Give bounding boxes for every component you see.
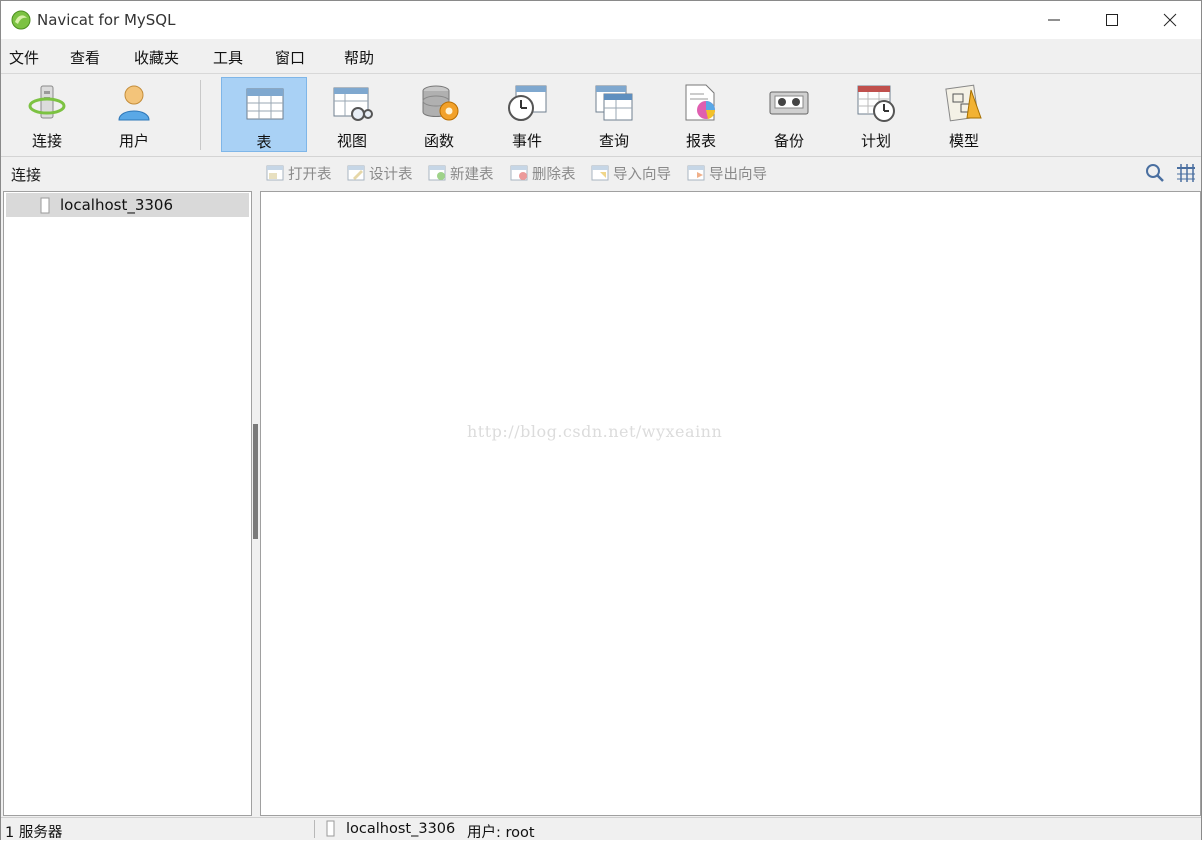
navicat-logo-icon: [11, 10, 31, 30]
function-icon: [422, 85, 459, 121]
panel-splitter[interactable]: [252, 191, 259, 815]
status-server-icon: [326, 820, 335, 837]
toolbar-report-button[interactable]: 报表: [658, 77, 744, 152]
query-icon: [595, 85, 633, 121]
main-toolbar: 连接 用户 表 视图 函数 事件 查询 报表 备份 计划 模型: [1, 73, 1201, 157]
search-icon: [1146, 164, 1164, 182]
toolbar-schedule-label: 计划: [860, 132, 891, 150]
connection-item[interactable]: localhost_3306: [6, 193, 249, 217]
grid-view-icon: [1177, 164, 1195, 182]
window-title: Navicat for MySQL: [37, 11, 176, 29]
toolbar-backup-button[interactable]: 备份: [746, 77, 832, 152]
toolbar-schedule-button[interactable]: 计划: [833, 77, 919, 152]
toolbar-user-button[interactable]: 用户: [91, 77, 177, 152]
server-count: 1 服务器: [5, 825, 63, 841]
menu-tools[interactable]: 工具: [213, 47, 243, 68]
toolbar-view-label: 视图: [336, 132, 367, 150]
connection-name: localhost_3306: [60, 196, 174, 214]
object-toolbar: 连接 打开表 设计表 新建表 删除表 导入向导 导出向导: [1, 157, 1201, 189]
object-list-panel[interactable]: http://blog.csdn.net/wyxeainn: [260, 191, 1201, 816]
server-icon: [40, 197, 50, 214]
toolbar-connection-label: 连接: [31, 132, 62, 150]
menu-favorites[interactable]: 收藏夹: [134, 47, 179, 68]
status-connection: localhost_3306: [346, 821, 456, 837]
splitter-grip[interactable]: [253, 424, 258, 539]
menu-file[interactable]: 文件: [9, 47, 39, 68]
toolbar-view-button[interactable]: 视图: [309, 77, 395, 152]
status-separator: [314, 820, 315, 838]
toolbar-connection-button[interactable]: 连接: [4, 77, 90, 152]
import-wizard-icon: [591, 165, 609, 181]
open-table-icon: [266, 165, 284, 181]
event-icon: [508, 85, 547, 121]
toolbar-model-label: 模型: [948, 132, 979, 150]
minimize-icon: [1048, 19, 1060, 21]
grid-view-button[interactable]: [1176, 163, 1196, 187]
new-table-label: 新建表: [450, 167, 494, 183]
close-icon: [1163, 13, 1177, 27]
toolbar-function-label: 函数: [423, 132, 454, 150]
toolbar-event-button[interactable]: 事件: [484, 77, 570, 152]
user-icon: [118, 85, 150, 121]
toolbar-function-button[interactable]: 函数: [396, 77, 482, 152]
toolbar-backup-label: 备份: [773, 132, 804, 150]
toolbar-separator: [200, 80, 201, 150]
model-icon: [945, 84, 982, 122]
search-button[interactable]: [1145, 163, 1165, 187]
import-wizard-label: 导入向导: [613, 167, 671, 183]
status-bar: 1 服务器 localhost_3306 用户: root: [1, 817, 1201, 841]
close-button[interactable]: [1141, 1, 1199, 39]
schedule-icon: [857, 85, 895, 122]
app-window: Navicat for MySQL 文件 查看 收藏夹 工具 窗口 帮助 连接: [0, 0, 1202, 841]
open-table-label: 打开表: [288, 167, 332, 183]
toolbar-event-label: 事件: [511, 132, 542, 150]
design-table-icon: [347, 165, 365, 181]
connection-tree-panel: localhost_3306: [3, 191, 252, 816]
watermark-text: http://blog.csdn.net/wyxeainn: [467, 422, 723, 441]
delete-table-icon: [510, 165, 528, 181]
toolbar-table-button[interactable]: 表: [221, 77, 307, 152]
toolbar-user-label: 用户: [118, 132, 149, 150]
toolbar-table-label: 表: [256, 133, 272, 151]
maximize-button[interactable]: [1083, 1, 1141, 39]
export-wizard-icon: [687, 165, 705, 181]
delete-table-label: 删除表: [532, 167, 576, 183]
toolbar-report-label: 报表: [685, 132, 716, 150]
menu-bar: 文件 查看 收藏夹 工具 窗口 帮助: [1, 39, 1201, 73]
design-table-label: 设计表: [369, 167, 413, 183]
sidebar-header: 连接: [11, 166, 42, 184]
maximize-icon: [1106, 14, 1118, 26]
toolbar-query-button[interactable]: 查询: [571, 77, 657, 152]
new-table-icon: [428, 165, 446, 181]
menu-window[interactable]: 窗口: [275, 47, 305, 68]
status-user: 用户: root: [467, 825, 535, 841]
table-icon: [246, 88, 284, 120]
view-icon: [333, 87, 373, 121]
backup-icon: [769, 91, 809, 115]
menu-help[interactable]: 帮助: [344, 47, 374, 68]
toolbar-model-button[interactable]: 模型: [921, 77, 1007, 152]
export-wizard-label: 导出向导: [709, 167, 767, 183]
toolbar-query-label: 查询: [598, 132, 629, 150]
title-bar: Navicat for MySQL: [1, 1, 1201, 39]
report-icon: [685, 84, 716, 121]
minimize-button[interactable]: [1025, 1, 1083, 39]
connection-icon: [28, 85, 66, 119]
menu-view[interactable]: 查看: [70, 47, 100, 68]
